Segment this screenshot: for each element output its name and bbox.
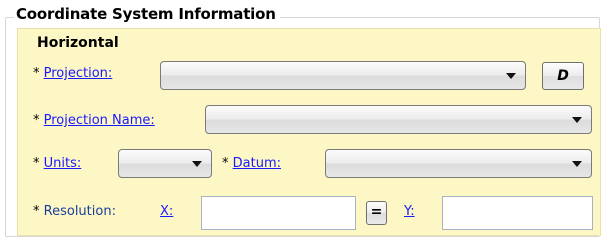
projection-select[interactable] (160, 61, 526, 90)
projection-details-button[interactable]: D (542, 62, 584, 90)
required-asterisk: * (33, 204, 40, 219)
datum-link[interactable]: Datum: (233, 156, 281, 171)
chevron-down-icon (192, 161, 202, 167)
group-title: Coordinate System Information (14, 5, 280, 23)
projection-name-select[interactable] (205, 105, 592, 134)
resolution-x-input[interactable] (201, 196, 356, 230)
units-link[interactable]: Units: (44, 156, 82, 171)
datum-label-group: * Datum: (222, 156, 281, 172)
required-asterisk: * (33, 113, 40, 128)
required-asterisk: * (33, 66, 40, 81)
required-asterisk: * (33, 156, 40, 171)
projection-link[interactable]: Projection: (44, 66, 113, 81)
projection-name-link[interactable]: Projection Name: (44, 113, 155, 128)
datum-select[interactable] (325, 149, 592, 178)
projection-label-group: * Projection: (33, 66, 112, 82)
projection-name-label-group: * Projection Name: (33, 113, 155, 129)
horizontal-section-title: Horizontal (37, 35, 119, 51)
required-asterisk: * (222, 156, 229, 171)
chevron-down-icon (506, 73, 516, 79)
resolution-equal-button[interactable]: = (366, 201, 387, 225)
resolution-y-link[interactable]: Y: (404, 204, 415, 220)
units-label-group: * Units: (33, 156, 81, 172)
units-select[interactable] (118, 149, 212, 178)
resolution-x-link[interactable]: X: (160, 204, 173, 220)
resolution-label-group: * Resolution: (33, 204, 116, 220)
resolution-y-input[interactable] (442, 196, 593, 230)
chevron-down-icon (572, 161, 582, 167)
resolution-label: Resolution: (43, 204, 116, 219)
chevron-down-icon (572, 117, 582, 123)
